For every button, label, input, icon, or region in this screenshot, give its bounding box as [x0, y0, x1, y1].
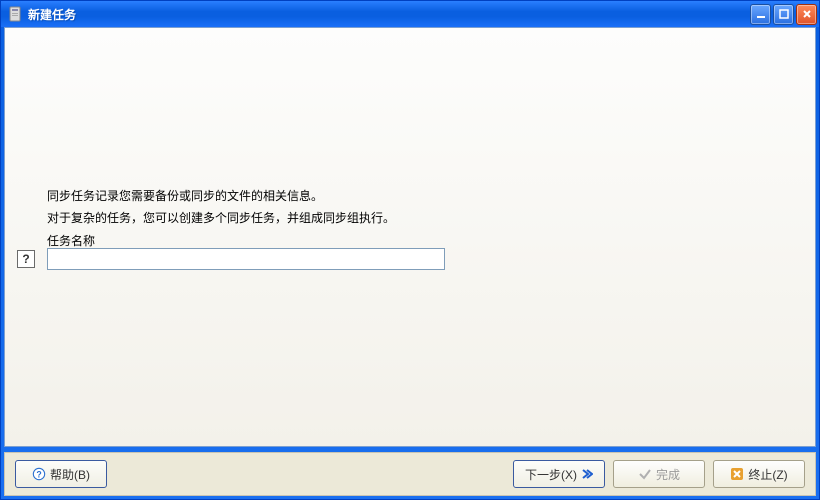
finish-button: 完成: [613, 460, 705, 488]
help-button[interactable]: ? 帮助(B): [15, 460, 107, 488]
help-hint-icon[interactable]: ?: [17, 250, 35, 268]
maximize-button[interactable]: [773, 4, 794, 25]
titlebar[interactable]: 新建任务: [1, 1, 819, 27]
task-name-label: 任务名称: [47, 232, 95, 249]
next-button-label: 下一步(X): [525, 466, 577, 483]
help-icon: ?: [32, 467, 46, 481]
description-text: 同步任务记录您需要备份或同步的文件的相关信息。 对于复杂的任务，您可以创建多个同…: [47, 186, 775, 229]
description-line2: 对于复杂的任务，您可以创建多个同步任务，并组成同步组执行。: [47, 208, 775, 230]
close-button[interactable]: [796, 4, 817, 25]
description-line1: 同步任务记录您需要备份或同步的文件的相关信息。: [47, 186, 775, 208]
minimize-button[interactable]: [750, 4, 771, 25]
next-button[interactable]: 下一步(X): [513, 460, 605, 488]
check-icon: [638, 467, 652, 481]
task-name-input[interactable]: [47, 248, 445, 270]
finish-button-label: 完成: [656, 466, 680, 483]
next-arrow-icon: [581, 468, 593, 480]
window-frame: 新建任务 同步任务记录您需要备份或同步的文件的相关信息。 对于复杂的任务，您可以…: [0, 0, 820, 500]
help-button-label: 帮助(B): [50, 466, 90, 483]
window-title: 新建任务: [28, 6, 750, 23]
button-bar: ? 帮助(B) 下一步(X) 完成 终止(Z): [4, 452, 816, 496]
svg-text:?: ?: [36, 470, 41, 480]
terminate-button-label: 终止(Z): [748, 466, 787, 483]
app-icon: [7, 6, 23, 22]
terminate-button[interactable]: 终止(Z): [713, 460, 805, 488]
content-panel: 同步任务记录您需要备份或同步的文件的相关信息。 对于复杂的任务，您可以创建多个同…: [4, 27, 816, 447]
window-controls: [750, 4, 817, 25]
client-area: 同步任务记录您需要备份或同步的文件的相关信息。 对于复杂的任务，您可以创建多个同…: [4, 27, 816, 496]
stop-icon: [730, 467, 744, 481]
